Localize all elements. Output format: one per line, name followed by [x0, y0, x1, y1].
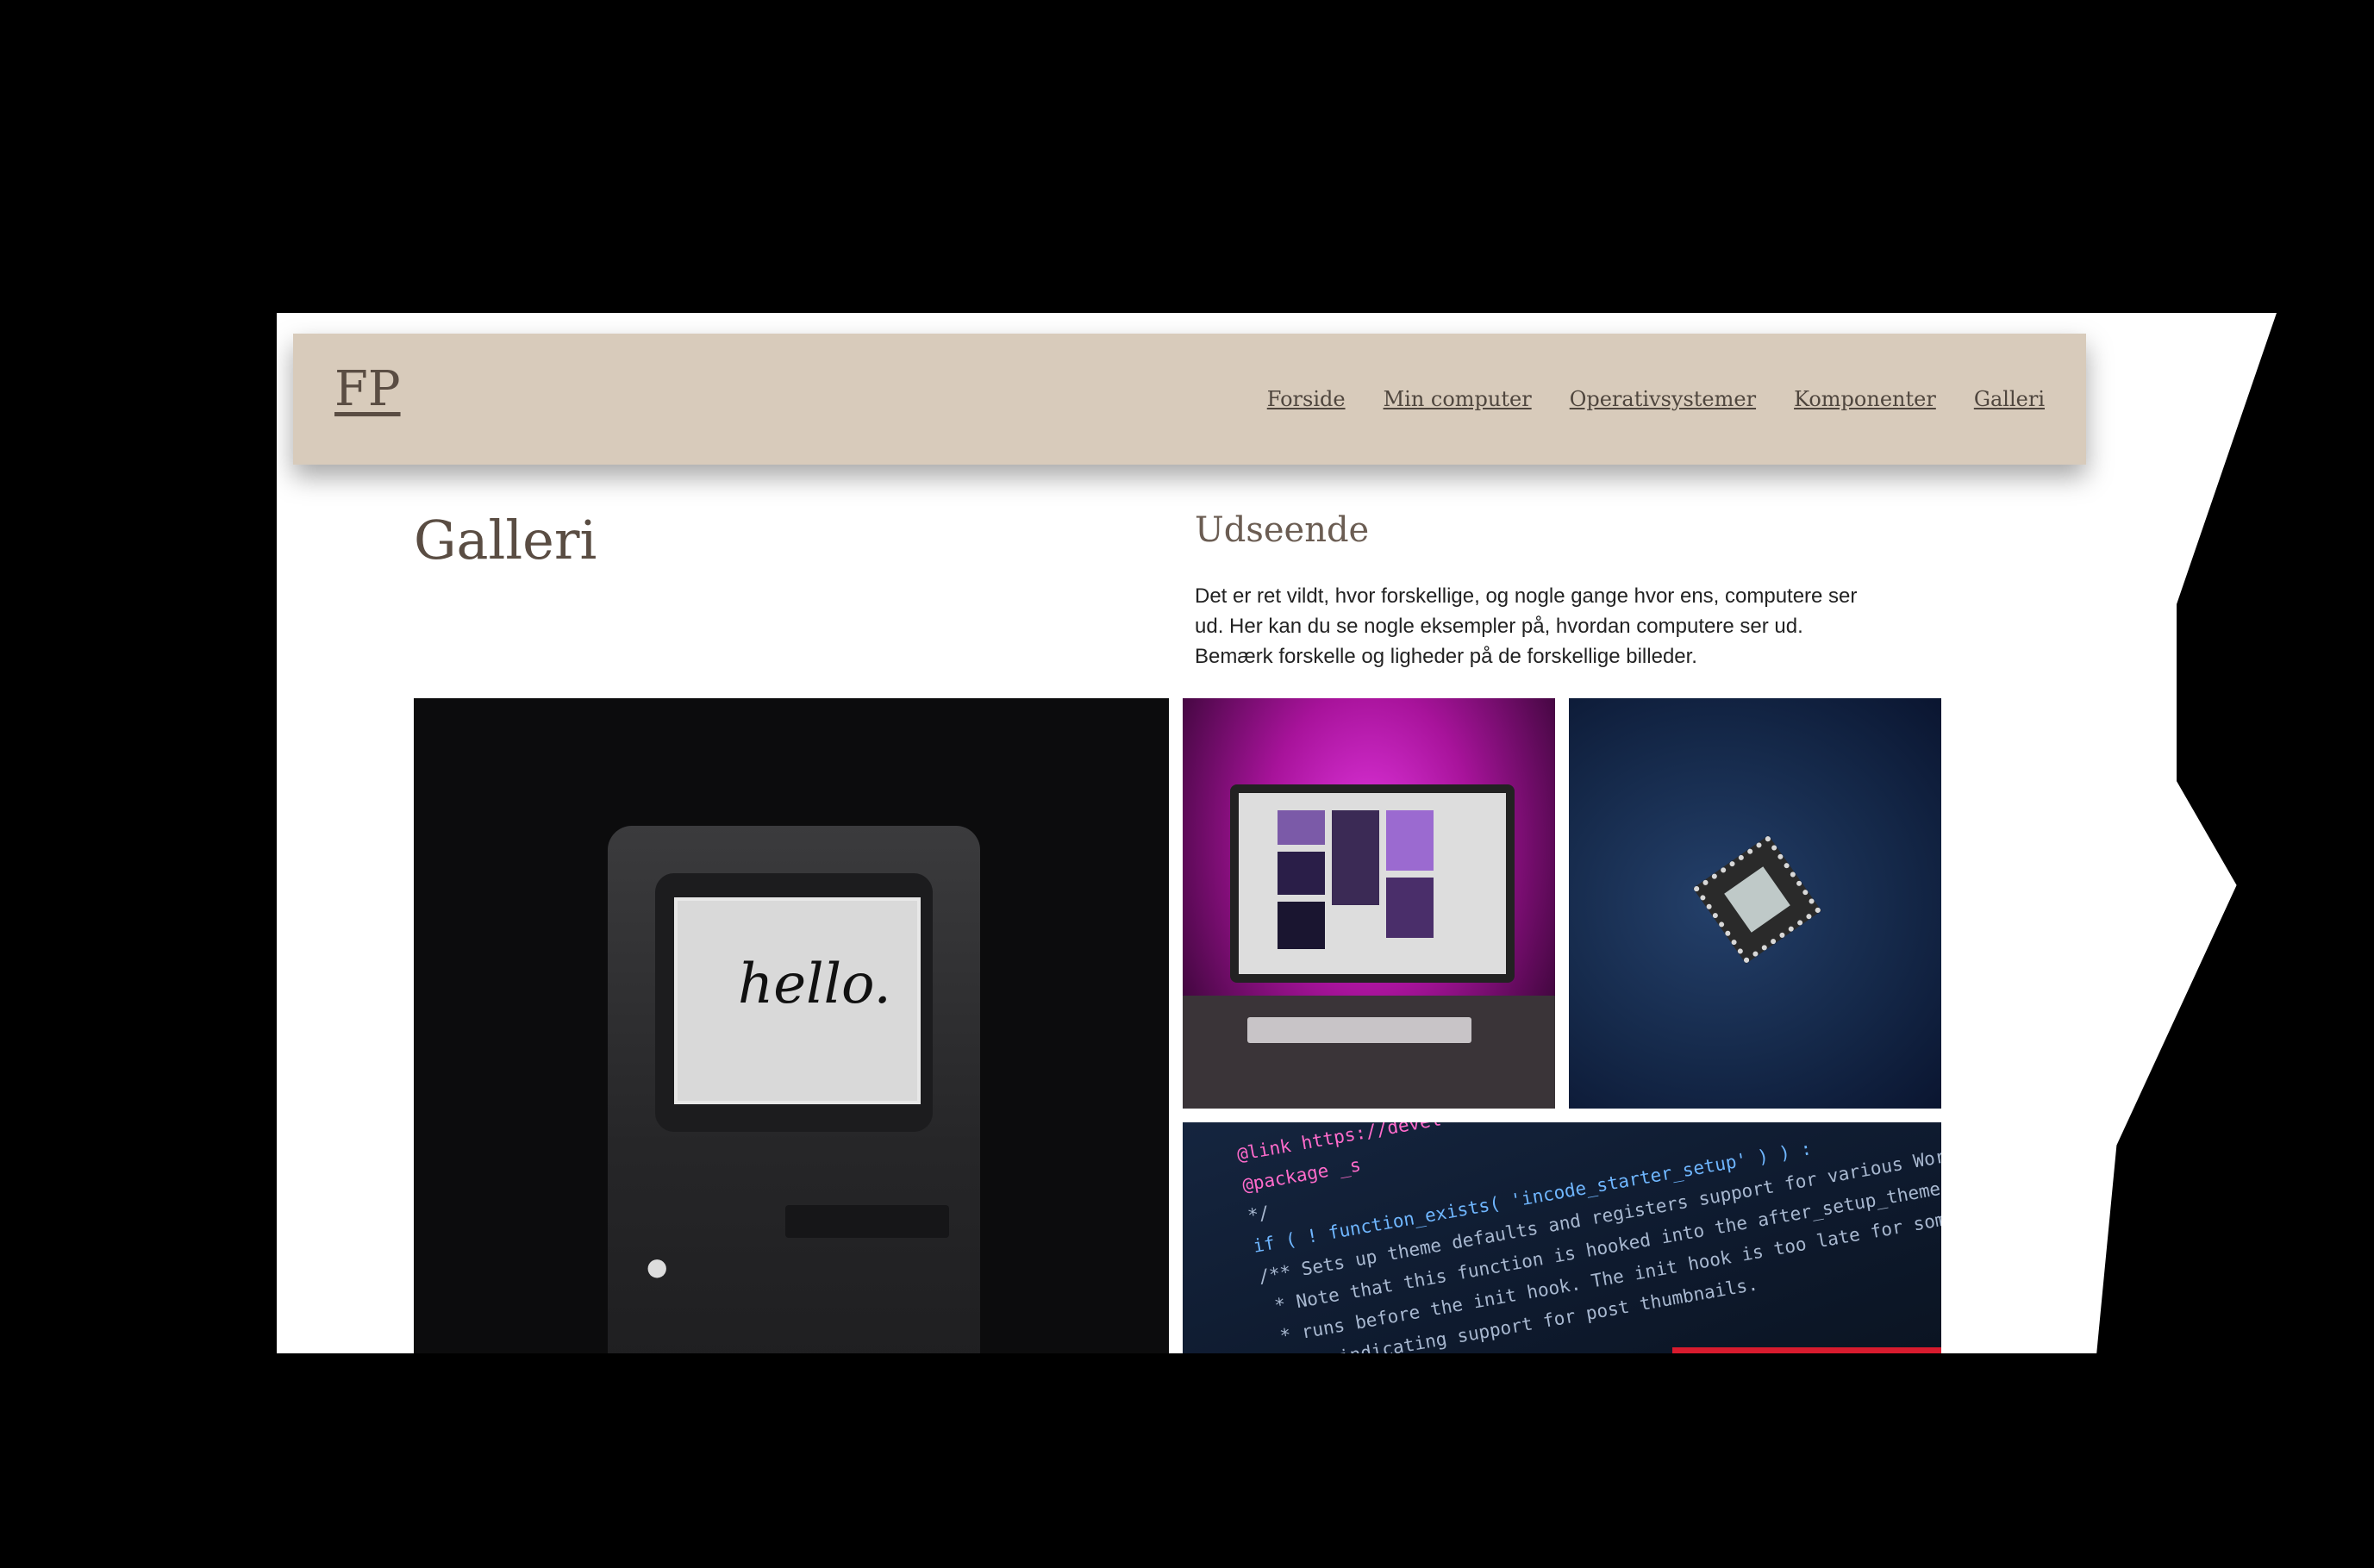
cpu-chip-illustration — [1692, 834, 1822, 965]
screen-hello-text: hello. — [738, 953, 891, 1016]
gallery-image-cpu-chip[interactable] — [1569, 698, 1941, 1109]
computer-illustration: hello. ● — [608, 826, 980, 1353]
computer-bezel: hello. — [655, 873, 933, 1132]
keyboard-illustration — [1247, 1017, 1471, 1043]
decorative-strip — [1672, 1347, 1941, 1353]
gallery-image-vintage-computer[interactable]: hello. ● — [414, 698, 1169, 1353]
site-header: FP Forside Min computer Operativsystemer… — [293, 334, 2086, 465]
gallery-image-desk-setup[interactable] — [1183, 698, 1555, 1109]
desk-surface — [1183, 996, 1555, 1109]
nav-min-computer[interactable]: Min computer — [1384, 387, 1532, 411]
gallery-image-code[interactable]: @link https://devel @package _s */ if ( … — [1183, 1122, 1941, 1353]
nav-operativsystemer[interactable]: Operativsystemer — [1570, 387, 1756, 411]
logo-link[interactable]: FP — [334, 361, 401, 417]
section-subtitle: Udseende — [1195, 510, 1370, 550]
apple-logo-icon: ● — [647, 1253, 668, 1281]
cpu-chip-core — [1724, 866, 1790, 933]
nav-forside[interactable]: Forside — [1267, 387, 1346, 411]
monitor-illustration — [1230, 784, 1515, 983]
floppy-slot — [785, 1205, 949, 1238]
section-description: Det er ret vildt, hvor forskellige, og n… — [1195, 584, 1858, 668]
main-nav: Forside Min computer Operativsystemer Ko… — [1267, 387, 2045, 411]
computer-screen: hello. — [674, 897, 921, 1104]
code-listing: @link https://devel @package _s */ if ( … — [1234, 1122, 1941, 1353]
page-title: Galleri — [414, 509, 597, 572]
code-line: */ — [1246, 1202, 1271, 1227]
nav-galleri[interactable]: Galleri — [1974, 387, 2045, 411]
nav-komponenter[interactable]: Komponenter — [1794, 387, 1936, 411]
